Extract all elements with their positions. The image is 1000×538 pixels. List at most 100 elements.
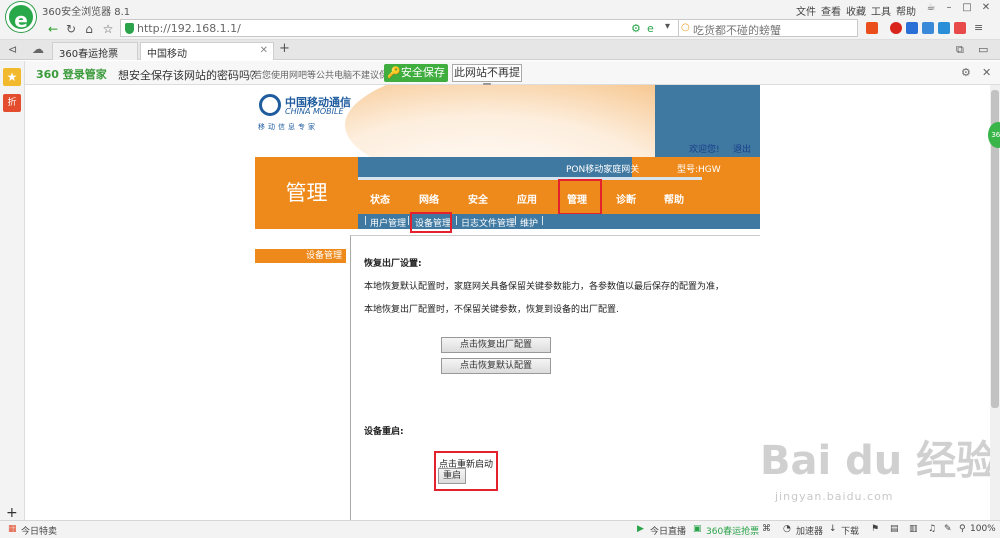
subnav-log-management[interactable]: 日志文件管理 xyxy=(461,216,515,229)
pon-gateway-label: PON移动家庭网关 xyxy=(566,165,640,175)
never-remind-button[interactable]: 此网站不再提示 xyxy=(452,64,522,95)
play-icon: ▶ xyxy=(637,524,644,534)
section-title: 管理 xyxy=(255,157,358,229)
clipboard-icon[interactable]: ▤ xyxy=(890,524,899,534)
menu-tools[interactable]: 工具 xyxy=(871,3,891,18)
brand-slogan: 移动信息专家 xyxy=(258,123,318,131)
mute-icon[interactable]: ♫ xyxy=(928,524,936,534)
tab-train-tickets[interactable]: 360春运抢票 xyxy=(52,42,138,60)
search-engine-icon[interactable]: ○ xyxy=(681,22,690,33)
restore-tab-icon[interactable]: ⧉ xyxy=(956,43,964,57)
status-zoom[interactable]: 100% xyxy=(970,524,996,534)
notes-icon[interactable]: ▥ xyxy=(909,524,918,534)
status-deals[interactable]: 今日特卖 xyxy=(21,524,57,537)
sidebar-add-icon[interactable]: + xyxy=(6,505,18,521)
capture-icon[interactable]: ⌘ xyxy=(762,524,771,534)
tab-close-icon[interactable]: ✕ xyxy=(260,45,268,56)
left-sidebar: ★ 折 + xyxy=(0,61,25,521)
subnav-divider: | xyxy=(514,216,518,226)
favorite-star-icon[interactable]: ☆ xyxy=(99,20,117,38)
cloud-icon[interactable]: ☁ xyxy=(32,42,44,56)
browser-window: 360安全浏览器 8.1 文件 查看 收藏 工具 帮助 ☕ – □ ✕ e ← … xyxy=(0,0,1000,538)
password-save-bar: 360 登录管家 想安全保存该网站的密码吗？ （若您使用网吧等公共电脑不建议保存… xyxy=(0,61,1000,95)
restore-description-2: 本地恢复出厂配置时，不保留关键参数，恢复到设备的出厂配置. xyxy=(364,305,619,315)
chevron-down-icon[interactable]: ▾ xyxy=(665,21,670,32)
address-bar[interactable]: http://192.168.1.1/ ⚙ e ▾ xyxy=(120,19,680,37)
brand-english: CHINA MOBILE xyxy=(285,107,344,116)
ie-icon[interactable]: e xyxy=(647,22,654,35)
password-prompt: 想安全保存该网站的密码吗？ xyxy=(118,69,261,82)
restore-factory-button[interactable]: 点击恢复出厂配置 xyxy=(441,337,551,353)
search-input[interactable]: ○ 吃货都不碰的螃蟹 xyxy=(678,19,858,37)
tab-label: 360春运抢票 xyxy=(59,49,119,60)
more-icon[interactable]: ≡ xyxy=(974,21,983,34)
menu-help[interactable]: 帮助 xyxy=(896,3,916,18)
home-icon[interactable]: ⌂ xyxy=(80,20,98,38)
baidu-watermark: Bai du 经验 xyxy=(760,438,997,484)
menu-file[interactable]: 文件 xyxy=(796,3,816,18)
gift-icon: ▦ xyxy=(8,524,17,534)
new-tab-icon[interactable]: + xyxy=(279,41,290,56)
extension-icon[interactable] xyxy=(906,22,918,34)
address-toolbar: ← ↻ ⌂ ☆ http://192.168.1.1/ ⚙ e ▾ ○ 吃货都不… xyxy=(0,18,1000,40)
refresh-icon[interactable]: ↻ xyxy=(62,20,80,38)
nav-applications[interactable]: 应用 xyxy=(517,191,537,206)
tab-bar: ⊲ ☁ 360春运抢票 中国移动 ✕ + ⧉ ▭ xyxy=(0,40,1000,60)
subnav-divider: | xyxy=(455,216,459,226)
restore-default-button[interactable]: 点击恢复默认配置 xyxy=(441,358,551,374)
settings-gear-icon[interactable]: ⚙ xyxy=(961,66,971,79)
flag-icon[interactable]: ⚑ xyxy=(871,524,879,534)
content-panel xyxy=(350,235,760,520)
subnav-divider: | xyxy=(541,216,545,226)
subnav-divider: | xyxy=(364,216,368,226)
model-label: 型号:HGW xyxy=(677,165,721,175)
key-icon: 🔑 xyxy=(387,66,401,79)
status-accelerator[interactable]: 加速器 xyxy=(796,524,823,537)
abp-icon[interactable] xyxy=(890,22,902,34)
window-icon[interactable]: ▭ xyxy=(978,43,988,56)
apps-icon[interactable] xyxy=(866,22,878,34)
favorites-star-icon[interactable]: ★ xyxy=(3,68,21,86)
subnav-maintenance[interactable]: 维护 xyxy=(520,216,538,229)
status-download[interactable]: 下载 xyxy=(841,524,859,537)
status-train-tickets[interactable]: 360春运抢票 xyxy=(706,524,759,537)
menu-favorites[interactable]: 收藏 xyxy=(846,3,866,18)
left-menu-device-management[interactable]: 设备管理 xyxy=(255,249,346,263)
reboot-button[interactable]: 重启 xyxy=(438,468,466,484)
save-password-button[interactable]: 🔑安全保存 xyxy=(384,64,448,82)
nav-status[interactable]: 状态 xyxy=(370,191,390,206)
password-manager-brand: 360 登录管家 xyxy=(36,68,107,81)
nav-network[interactable]: 网络 xyxy=(419,191,439,206)
brush-icon[interactable]: ✎ xyxy=(944,524,952,534)
bar-close-icon[interactable]: ✕ xyxy=(982,66,991,79)
nav-diagnostics[interactable]: 诊断 xyxy=(616,191,636,206)
close-icon[interactable]: ✕ xyxy=(979,1,993,15)
zoom-icon: ⚲ xyxy=(959,524,966,534)
nav-management-highlight xyxy=(558,179,602,215)
pdf-icon[interactable] xyxy=(954,22,966,34)
minimize-icon[interactable]: – xyxy=(942,1,956,15)
subnav-user-management[interactable]: 用户管理 xyxy=(370,216,406,229)
app-title: 360安全浏览器 8.1 xyxy=(42,7,131,18)
back-icon[interactable]: ← xyxy=(44,20,62,38)
maximize-icon[interactable]: □ xyxy=(960,1,974,15)
router-header: 中国移动通信 CHINA MOBILE 移动信息专家 欢迎您! 退出 xyxy=(255,85,760,157)
status-live[interactable]: 今日直播 xyxy=(650,524,686,537)
speed-icon[interactable]: ⚙ xyxy=(631,22,641,35)
nav-security[interactable]: 安全 xyxy=(468,191,488,206)
restore-description-1: 本地恢复默认配置时，家庭网关具备保留关键参数能力，各参数值以最后保存的配置为准， xyxy=(364,282,725,292)
nav-help[interactable]: 帮助 xyxy=(664,191,684,206)
tab-list-icon[interactable]: ⊲ xyxy=(8,43,17,56)
url-text[interactable]: http://192.168.1.1/ xyxy=(137,22,241,35)
speed-meter-icon: ◔ xyxy=(783,524,791,534)
logout-link[interactable]: 退出 xyxy=(733,142,751,155)
skin-icon[interactable]: ☕ xyxy=(924,1,938,15)
translate-icon[interactable] xyxy=(938,22,950,34)
discount-gift-icon[interactable]: 折 xyxy=(3,94,21,112)
reboot-title: 设备重启: xyxy=(364,427,404,437)
tab-china-mobile[interactable]: 中国移动 ✕ xyxy=(140,42,274,60)
page-scrollbar[interactable] xyxy=(990,85,1000,520)
shield-icon xyxy=(125,23,134,34)
screenshot-icon[interactable] xyxy=(922,22,934,34)
menu-view[interactable]: 查看 xyxy=(821,3,841,18)
